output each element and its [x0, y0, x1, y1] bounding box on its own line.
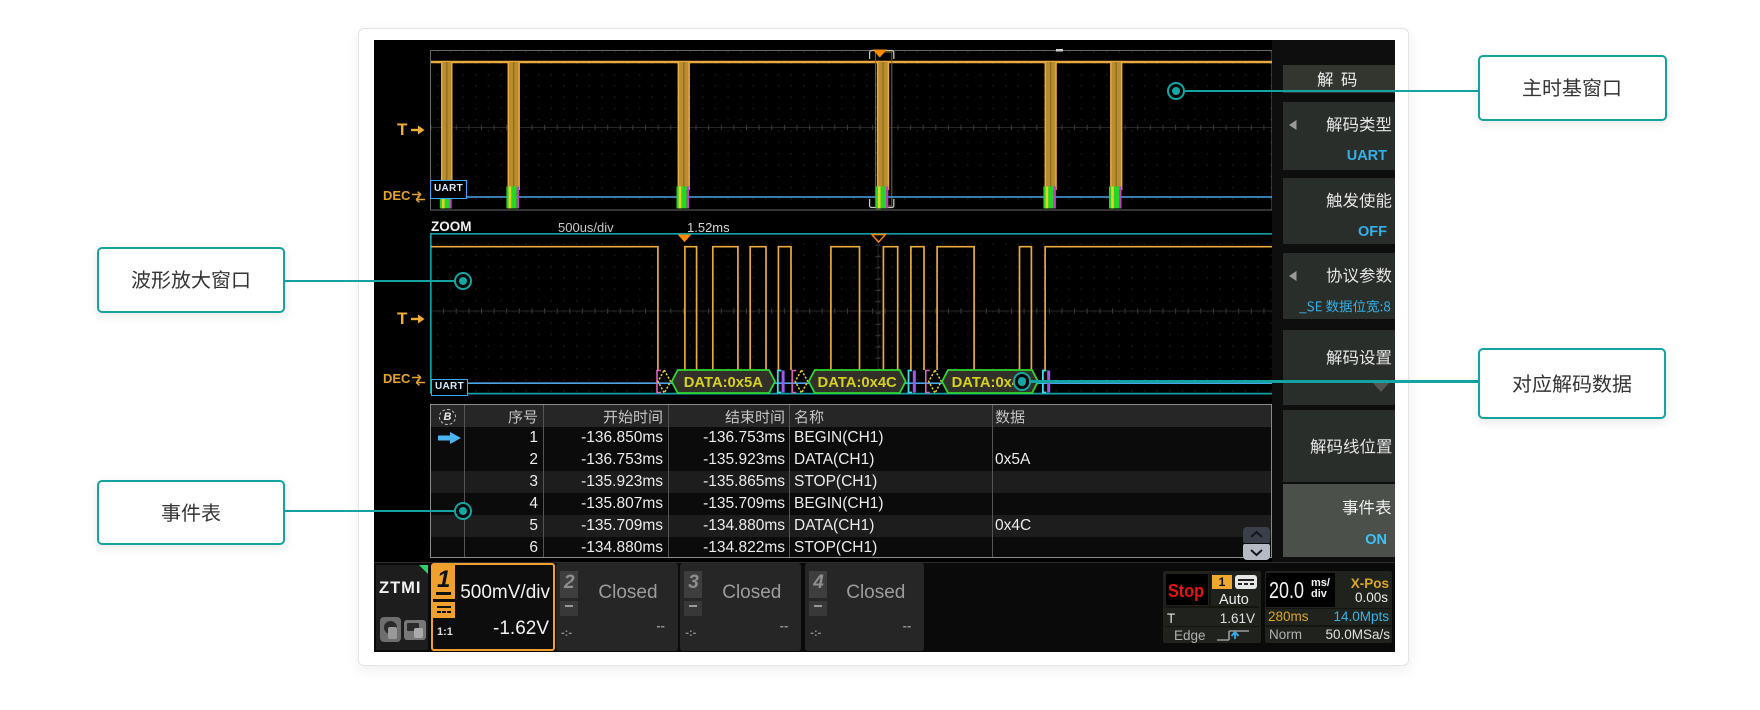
svg-text:DATA:0x5A: DATA:0x5A — [684, 375, 764, 391]
svg-text:DATA:0x4C: DATA:0x4C — [818, 375, 898, 391]
